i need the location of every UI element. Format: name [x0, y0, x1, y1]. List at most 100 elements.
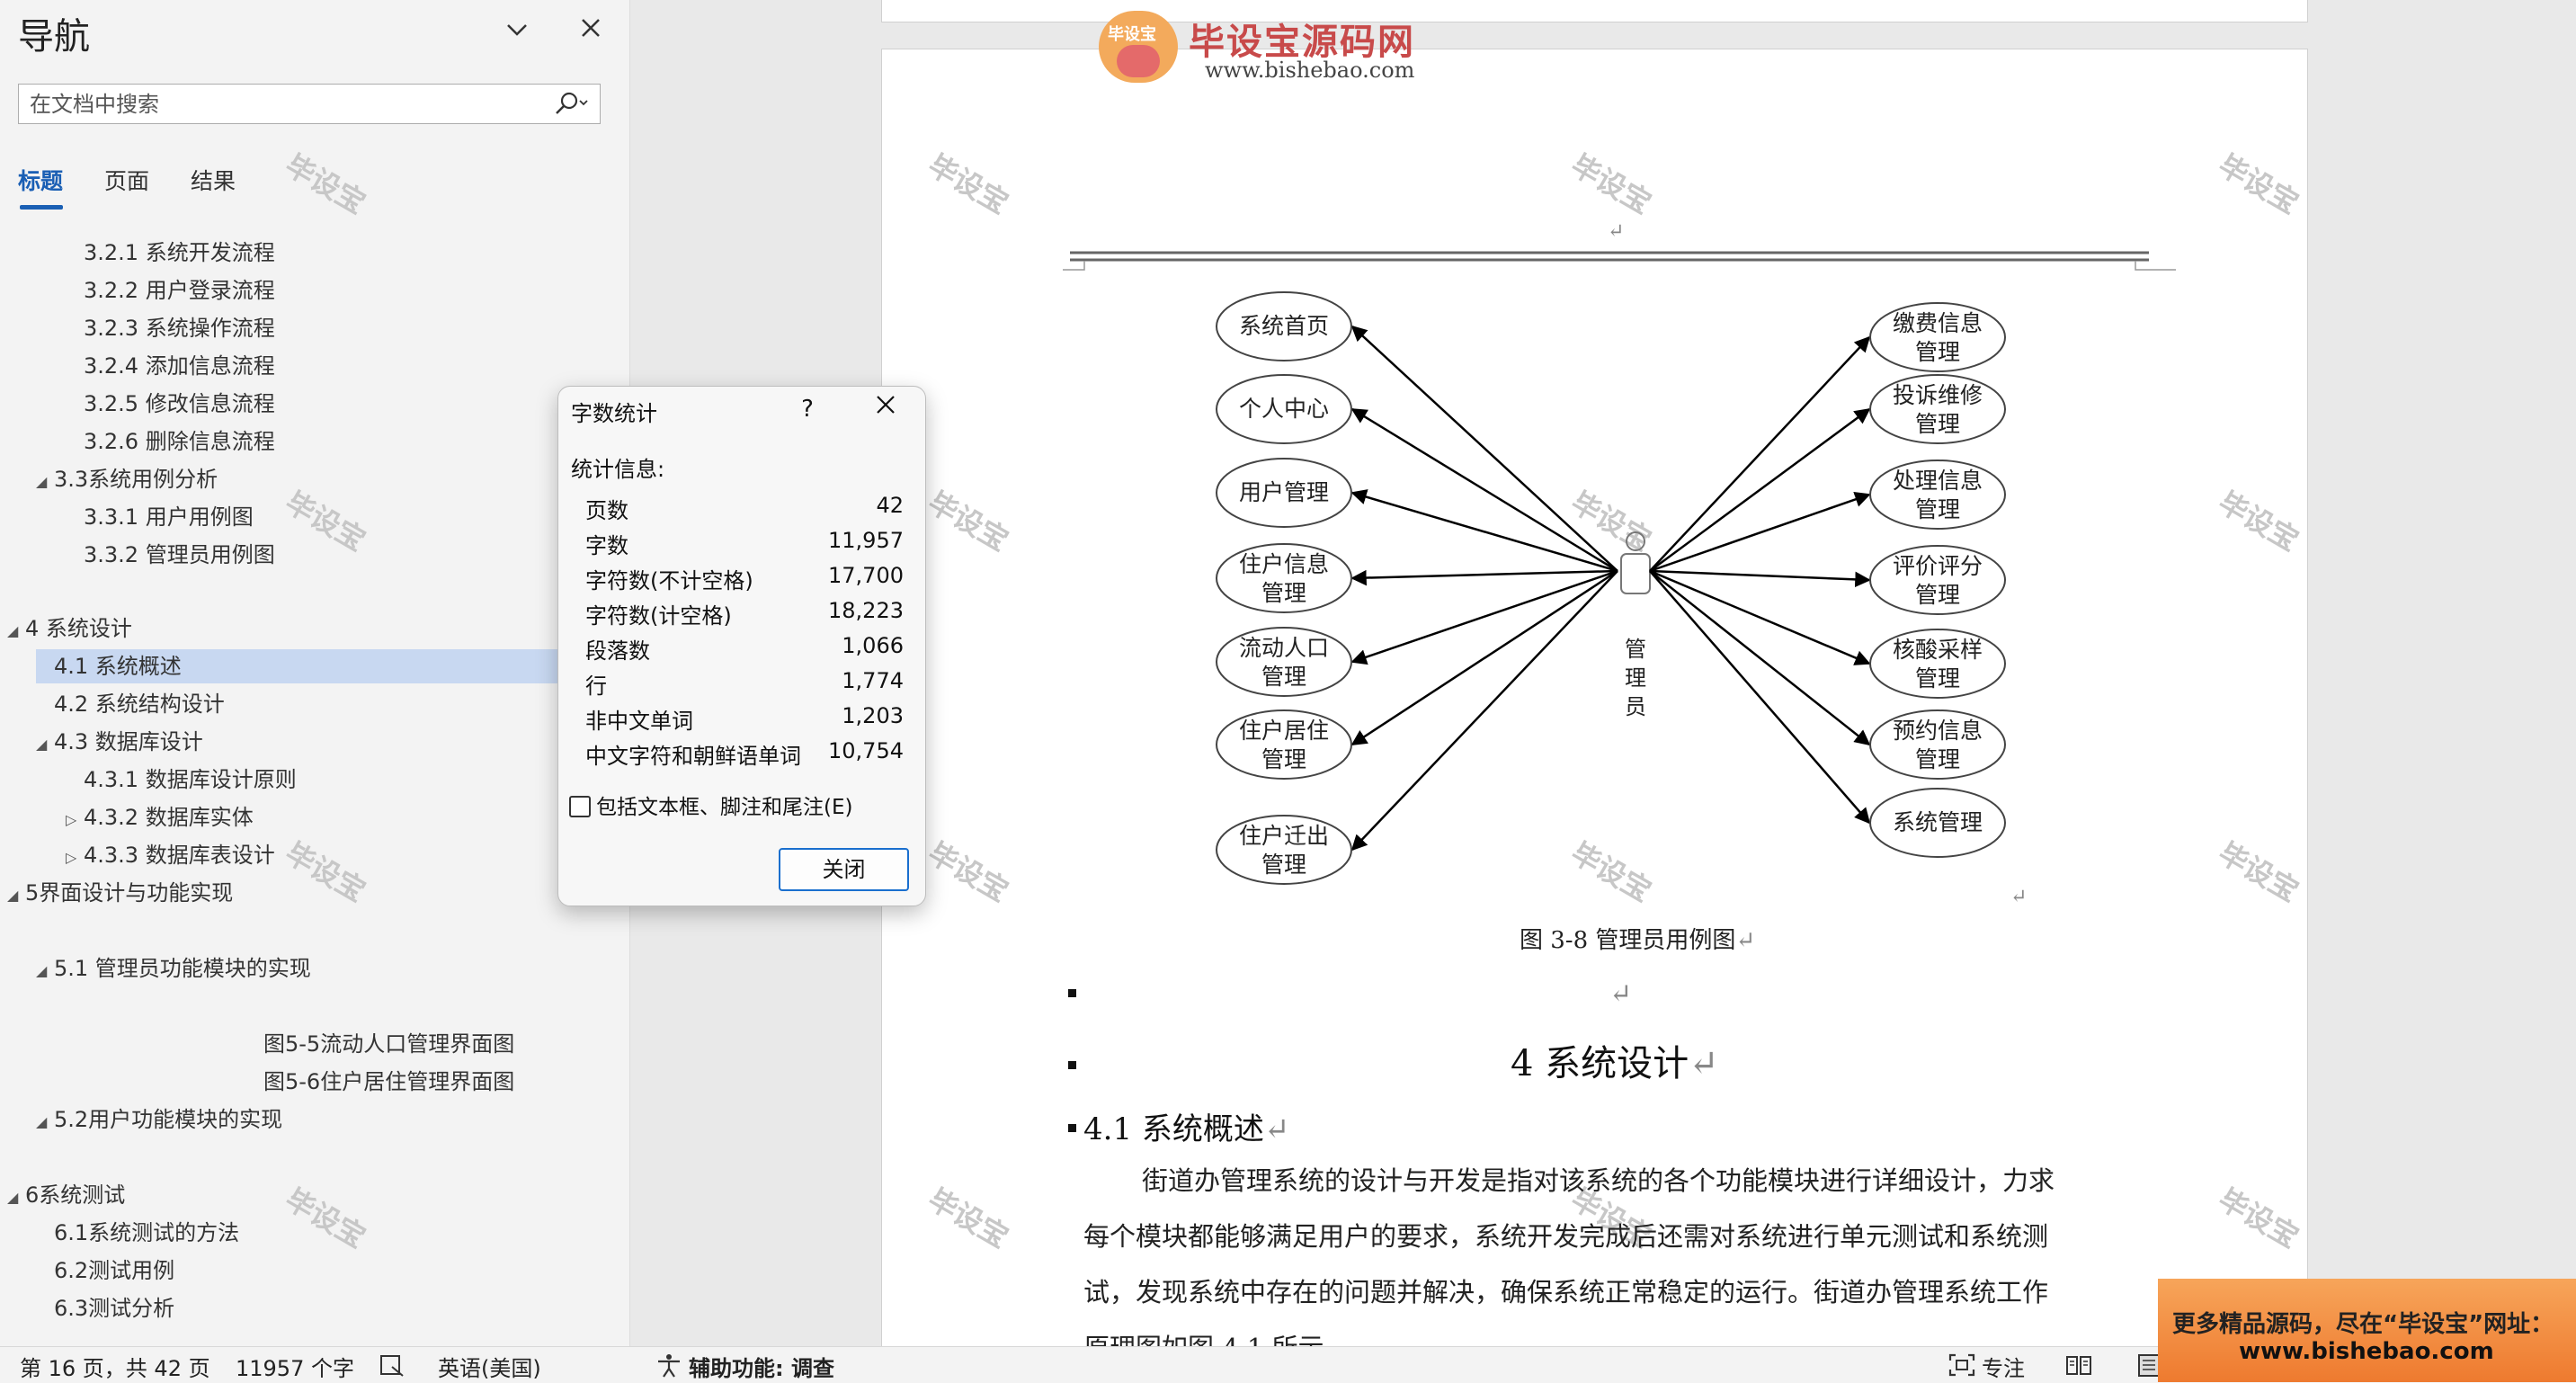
stat-value: 17,700 [828, 563, 904, 588]
nav-heading-item[interactable]: 3.2.4 添加信息流程 [66, 349, 275, 383]
expanded-triangle-icon[interactable]: ◢ [36, 727, 54, 762]
nav-heading-item[interactable]: ◢ 5.1 管理员功能模块的实现 [36, 951, 311, 986]
stat-row: 非中文单词 1,203 [585, 703, 904, 737]
margin-mark [2135, 261, 2176, 271]
expanded-triangle-icon[interactable]: ◢ [7, 879, 25, 913]
tab-headings[interactable]: 标题 [18, 164, 63, 196]
nav-heading-item[interactable]: 图5-5流动人口管理界面图 [245, 1027, 514, 1061]
nav-heading-item[interactable]: 3.2.5 修改信息流程 [66, 387, 275, 421]
use-case-label: 处理信息 [1893, 468, 1983, 494]
nav-heading-item[interactable]: 3.2.1 系统开发流程 [66, 236, 275, 270]
nav-heading-item[interactable]: 6.3测试分析 [36, 1291, 174, 1325]
association-arrow [1649, 569, 1871, 665]
nav-heading-item[interactable]: 6.1系统测试的方法 [36, 1216, 239, 1250]
nav-heading-item[interactable]: 3.2.3 系统操作流程 [66, 311, 275, 345]
ad-text: 更多精品源码，尽在“毕设宝”网址： [2172, 1311, 2554, 1338]
include-textboxes-option[interactable]: 包括文本框、脚注和尾注(E) [569, 790, 852, 820]
nav-heading-label: 6.1系统测试的方法 [54, 1220, 240, 1245]
nav-heading-label: 图5-5流动人口管理界面图 [263, 1031, 515, 1057]
tab-results[interactable]: 结果 [191, 164, 236, 196]
nav-heading-item[interactable]: 4.2 系统结构设计 [36, 687, 225, 721]
nav-heading-item[interactable]: 4.1 系统概述 [36, 649, 575, 683]
nav-heading-item[interactable]: ▷ 4.3.3 数据库表设计 [66, 838, 275, 872]
association-arrow [1649, 570, 1871, 746]
expanded-triangle-icon[interactable]: ◢ [36, 954, 54, 988]
nav-heading-item[interactable]: 4.3.1 数据库设计原则 [66, 763, 297, 797]
active-tab-indicator [20, 205, 63, 210]
collapsed-triangle-icon[interactable]: ▷ [66, 803, 84, 837]
use-case-label: 预约信息 [1893, 718, 1983, 744]
close-icon[interactable] [868, 392, 904, 423]
figure-caption-text: 图 3-8 管理员用例图 [1520, 927, 1736, 954]
nav-heading-item[interactable]: ◢ 3.3系统用例分析 [36, 462, 218, 496]
search-icon[interactable] [551, 90, 591, 119]
expanded-triangle-icon[interactable]: ◢ [36, 465, 54, 499]
close-button[interactable]: 关闭 [779, 848, 909, 891]
ad-banner[interactable]: 更多精品源码，尽在“毕设宝”网址： www.bishebao.com [2158, 1279, 2576, 1382]
use-case-diagram: ↵↵管理员系统首页个人中心用户管理住户信息管理流动人口管理住户居住管理住户迁出管… [1063, 220, 2176, 908]
nav-heading-item[interactable]: ◢ 4 系统设计 [7, 611, 132, 646]
tab-pages[interactable]: 页面 [104, 164, 149, 196]
nav-heading-label: 4.2 系统结构设计 [54, 692, 225, 717]
accessibility-status[interactable]: 辅助功能: 调查 [689, 1351, 834, 1382]
use-case-label: 个人中心 [1239, 396, 1329, 422]
stat-label: 非中文单词 [585, 709, 693, 734]
nav-heading-item[interactable]: 3.2.6 删除信息流程 [66, 424, 275, 459]
nav-heading-label: 4.3.1 数据库设计原则 [84, 767, 297, 792]
stat-row: 字符数(不计空格) 17,700 [585, 563, 904, 597]
use-case-label: 系统管理 [1893, 809, 1983, 835]
stat-label: 字符数(不计空格) [585, 568, 753, 593]
chevron-down-icon[interactable] [504, 16, 530, 43]
use-case-label: 管理 [1261, 580, 1306, 606]
nav-heading-item[interactable]: 图5-6住户居住管理界面图 [245, 1065, 514, 1099]
search-box[interactable] [18, 84, 601, 124]
stat-label: 行 [585, 674, 607, 699]
language[interactable]: 英语(美国) [438, 1351, 541, 1382]
nav-heading-label: 3.2.4 添加信息流程 [84, 353, 275, 379]
nav-heading-item[interactable]: 6.2测试用例 [36, 1254, 174, 1288]
nav-heading-item[interactable]: 3.3.1 用户用例图 [66, 500, 254, 534]
nav-heading-item[interactable]: ◢ 6系统测试 [7, 1178, 125, 1212]
focus-mode[interactable]: 专注 [1982, 1351, 2025, 1382]
accessibility-icon[interactable] [655, 1352, 683, 1383]
include-textboxes-label: 包括文本框、脚注和尾注(E) [596, 796, 853, 819]
stat-label: 字符数(计空格) [585, 603, 732, 629]
nav-heading-item[interactable]: ◢ 4.3 数据库设计 [36, 725, 203, 759]
nav-heading-label: 6系统测试 [25, 1182, 126, 1208]
expanded-triangle-icon[interactable]: ◢ [36, 1105, 54, 1139]
stat-value: 1,774 [842, 668, 904, 693]
nav-heading-item[interactable]: 3.2.2 用户登录流程 [66, 273, 275, 308]
word-count[interactable]: 11957 个字 [236, 1351, 354, 1382]
proofing-icon[interactable] [379, 1354, 406, 1383]
dialog-title: 字数统计 [571, 401, 657, 426]
stat-label: 段落数 [585, 638, 650, 664]
focus-icon[interactable] [1948, 1352, 1976, 1383]
nav-heading-item[interactable]: ◢ 5界面设计与功能实现 [7, 876, 233, 910]
nav-heading-label: 3.2.6 删除信息流程 [84, 429, 275, 454]
nav-heading-label: 5.2用户功能模块的实现 [54, 1107, 283, 1132]
stat-row: 段落数 1,066 [585, 633, 904, 667]
nav-heading-item[interactable]: ◢ 5.2用户功能模块的实现 [36, 1102, 282, 1137]
nav-heading-label: 3.2.2 用户登录流程 [84, 278, 275, 303]
nav-heading-item[interactable]: 3.3.2 管理员用例图 [66, 538, 275, 572]
search-input[interactable] [28, 90, 535, 119]
heading-1: 4 系统设计↵ [1511, 1034, 1719, 1086]
ad-url[interactable]: www.bishebao.com [2239, 1338, 2494, 1365]
heading-2: 4.1 系统概述↵ [1083, 1104, 1289, 1148]
nav-heading-label: 3.2.1 系统开发流程 [84, 240, 275, 265]
expanded-triangle-icon[interactable]: ◢ [7, 614, 25, 648]
nav-heading-label: 6.3测试分析 [54, 1296, 175, 1321]
nav-heading-item[interactable]: ▷ 4.3.2 数据库实体 [66, 800, 254, 834]
collapsed-triangle-icon[interactable]: ▷ [66, 841, 84, 875]
page-count[interactable]: 第 16 页，共 42 页 [20, 1351, 210, 1382]
include-textboxes-checkbox[interactable] [569, 796, 591, 817]
help-button[interactable]: ? [794, 396, 821, 423]
nav-heading-label: 3.3.1 用户用例图 [84, 504, 254, 530]
close-icon[interactable] [575, 14, 606, 45]
use-case-label: 管理 [1915, 339, 1960, 365]
stat-value: 1,066 [842, 633, 904, 658]
figure-caption: 图 3-8 管理员用例图↵ [1520, 922, 1755, 955]
heading-2-text: 4.1 系统概述 [1083, 1111, 1264, 1147]
expanded-triangle-icon[interactable]: ◢ [7, 1181, 25, 1215]
read-mode-icon[interactable] [2064, 1352, 2093, 1383]
